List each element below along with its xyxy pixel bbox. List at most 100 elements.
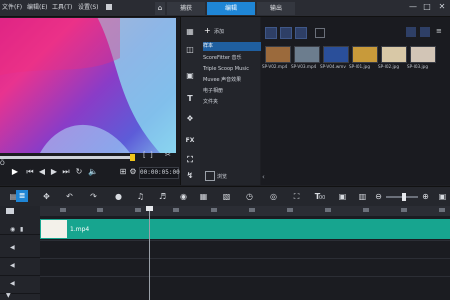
playhead[interactable] (149, 206, 150, 300)
add-folder-label[interactable]: 添加 (214, 28, 224, 35)
tab-output[interactable]: 输出 (257, 2, 295, 15)
folder-item-folder[interactable]: 文件夹 (203, 98, 261, 107)
view-audio-button[interactable] (295, 27, 307, 39)
track-add-icon[interactable]: ▼ (6, 292, 11, 299)
record-icon[interactable]: ● (113, 191, 124, 202)
track-lock-icon[interactable]: ▮ (20, 226, 23, 233)
motion-icon[interactable]: ◉ (178, 191, 189, 202)
zoom-slider-handle[interactable] (402, 193, 406, 201)
skip-start-button[interactable]: ⏮ (25, 167, 35, 177)
subtitle-icon[interactable]: ▧ (221, 191, 232, 202)
track-header-overlay (0, 240, 40, 258)
menu-settings[interactable]: 设置(S) (78, 2, 99, 14)
play-button[interactable]: ▶ (10, 167, 20, 177)
scrubber-handle[interactable] (130, 154, 135, 161)
browse-icon[interactable] (205, 171, 215, 181)
auto-music-icon[interactable]: ♬ (157, 191, 168, 202)
instant-project-icon[interactable]: ▣ (184, 70, 196, 82)
track-volume-icon[interactable]: ◀ (10, 280, 15, 287)
folder-item-triple-scoop[interactable]: Triple Scoop Music (203, 65, 261, 74)
transition-icon[interactable]: ◫ (184, 44, 196, 56)
help-icon[interactable] (106, 4, 112, 10)
minimize-button[interactable]: — (408, 2, 418, 12)
media-thumb-sp-v02[interactable] (265, 46, 291, 63)
media-label: SP-V02.mp4 (262, 64, 288, 69)
media-label: SP-V04.wmv (320, 64, 346, 69)
open-folder-icon[interactable] (315, 28, 325, 38)
track-eye-icon[interactable]: ◉ (10, 226, 15, 233)
volume-icon[interactable]: 🔈 (88, 167, 98, 177)
menu-file[interactable]: 文件(F) (2, 2, 22, 14)
view-photo-button[interactable] (280, 27, 292, 39)
track-divider (40, 276, 450, 277)
timeline-view-icon[interactable]: ≣ (16, 190, 28, 202)
title-tool-icon[interactable]: T (184, 93, 196, 105)
media-label: SP-I02.jpg (378, 64, 399, 69)
collapse-icon[interactable]: ‹ (262, 173, 265, 181)
preview-scrubber[interactable] (0, 156, 132, 159)
zoom-in-icon[interactable]: ⊕ (420, 191, 431, 202)
settings-icon[interactable]: ⚙ (128, 167, 138, 177)
step-back-button[interactable]: ◀ (37, 167, 47, 177)
crop-icon[interactable]: ⛶ (291, 191, 302, 202)
track-volume-icon[interactable]: ◀ (10, 262, 15, 269)
speed-icon[interactable]: ◷ (244, 191, 255, 202)
close-button[interactable]: ✕ (437, 2, 447, 12)
folder-item-album[interactable]: 电子相册 (203, 87, 261, 96)
menu-tools[interactable]: 工具(T) (52, 2, 72, 14)
split-screen-icon[interactable]: ▦ (198, 191, 209, 202)
tab-edit[interactable]: 编辑 (207, 2, 255, 15)
ruler-tick (97, 208, 103, 212)
playhead-handle[interactable] (146, 206, 153, 211)
zoom-out-icon[interactable]: ⊖ (373, 191, 384, 202)
maximize-button[interactable]: □ (422, 2, 432, 12)
graphics-icon[interactable]: ❖ (184, 113, 196, 125)
thumbnail-view-icon[interactable] (420, 27, 430, 37)
menu-edit[interactable]: 编辑(E) (27, 2, 47, 14)
ruler-tick (439, 208, 445, 212)
mark-in-button[interactable]: [ (143, 151, 146, 159)
add-icon[interactable]: + (204, 26, 211, 35)
media-thumb-sp-i01[interactable] (352, 46, 378, 63)
sound-mixer-icon[interactable]: ♫ (135, 191, 146, 202)
scale-icon[interactable]: ⊞ (118, 167, 128, 177)
step-forward-button[interactable]: ▶ (49, 167, 59, 177)
track-manager-icon[interactable] (6, 208, 14, 214)
fit-project-icon[interactable]: ▣ (437, 191, 448, 202)
home-icon[interactable]: ⌂ (155, 2, 165, 15)
video-clip[interactable] (40, 219, 450, 239)
media-thumb-sp-v03[interactable] (294, 46, 320, 63)
media-library-icon[interactable]: ▦ (184, 26, 196, 38)
filter-icon[interactable]: ⛶ (184, 154, 196, 166)
skip-end-button[interactable]: ⏭ (61, 167, 71, 177)
undo-icon[interactable]: ↶ (64, 191, 75, 202)
tab-capture[interactable]: 捕获 (167, 2, 205, 15)
list-view-icon[interactable] (406, 27, 416, 37)
timecode-display[interactable]: 00:00:05:00 (139, 167, 180, 179)
redo-icon[interactable]: ↷ (88, 191, 99, 202)
overlay-icon[interactable]: ▣ (337, 191, 348, 202)
folder-item-samples[interactable]: 样本 (203, 42, 261, 51)
fx-icon[interactable]: FX (184, 135, 196, 147)
media-thumb-sp-v04[interactable] (323, 46, 349, 63)
ruler-tick (173, 208, 179, 212)
ruler-tick (363, 208, 369, 212)
sort-icon[interactable]: ≡ (436, 27, 446, 37)
browse-label[interactable]: 浏览 (217, 173, 227, 180)
repeat-icon[interactable]: ↻ (74, 167, 84, 177)
media-thumb-sp-i02[interactable] (381, 46, 407, 63)
media-thumb-sp-i03[interactable] (410, 46, 436, 63)
mask-icon[interactable]: ◎ (268, 191, 279, 202)
mark-out-button[interactable]: ] (150, 151, 153, 159)
folder-item-scorefitter[interactable]: ScoreFitter 音乐 (203, 54, 261, 63)
multicam-icon[interactable]: ▥ (357, 191, 368, 202)
tools-icon[interactable]: ✥ (41, 191, 52, 202)
scissors-icon[interactable]: ✂ (165, 151, 175, 161)
ruler-tick (401, 208, 407, 212)
track-volume-icon[interactable]: ◀ (10, 244, 15, 251)
path-icon[interactable]: ↯ (184, 170, 196, 182)
view-video-button[interactable] (265, 27, 277, 39)
text-tool-suffix: 00 (319, 195, 326, 201)
folder-item-muvee[interactable]: Muvee 声音效果 (203, 76, 261, 85)
ruler-tick (211, 208, 217, 212)
